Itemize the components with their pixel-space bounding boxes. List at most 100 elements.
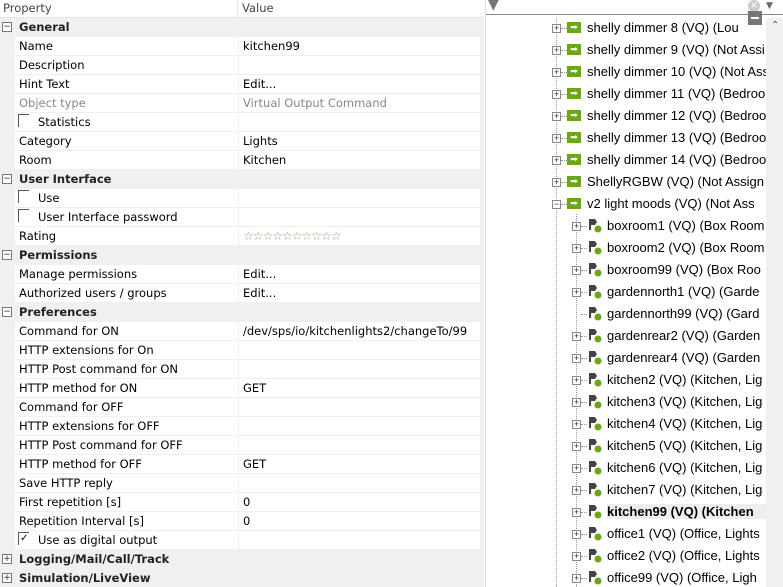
expand-icon[interactable]: + bbox=[572, 266, 581, 275]
expand-icon[interactable]: + bbox=[572, 442, 581, 451]
property-row[interactable]: ✓ Use as digital output bbox=[15, 531, 480, 550]
expand-icon[interactable]: + bbox=[572, 552, 581, 561]
category-simulation-liveview[interactable]: + Simulation/LiveView bbox=[0, 569, 484, 587]
property-column-header[interactable]: Property bbox=[3, 1, 52, 15]
expand-icon[interactable]: + bbox=[572, 486, 581, 495]
expand-icon[interactable]: + bbox=[552, 156, 561, 165]
tree-item[interactable]: + office99 (VQ) (Office, Ligh bbox=[572, 568, 766, 587]
property-row[interactable]: Statistics bbox=[15, 113, 480, 132]
expand-icon[interactable]: + bbox=[2, 573, 12, 583]
collapse-icon[interactable]: − bbox=[2, 174, 12, 184]
category-logging-mail-call-track[interactable]: + Logging/Mail/Call/Track bbox=[0, 550, 484, 569]
vertical-scrollbar[interactable]: ⌃ bbox=[766, 18, 783, 587]
property-row[interactable]: Hint Text Edit... bbox=[15, 75, 480, 94]
tree-item[interactable]: + ➡ ShellyRGBW (VQ) (Not Assign bbox=[552, 172, 766, 194]
property-value[interactable]: /dev/sps/io/kitchenlights2/changeTo/99 bbox=[238, 322, 480, 340]
tree-item[interactable]: + boxroom1 (VQ) (Box Room bbox=[572, 216, 766, 238]
collapse-icon[interactable]: − bbox=[2, 307, 12, 317]
property-row[interactable]: Repetition Interval [s] 0 bbox=[15, 512, 480, 531]
property-row[interactable]: Manage permissions Edit... bbox=[15, 265, 480, 284]
tree-item[interactable]: − ➡ v2 light moods (VQ) (Not Ass bbox=[552, 194, 766, 216]
expand-icon[interactable]: + bbox=[572, 332, 581, 341]
value-column-header[interactable]: Value bbox=[242, 1, 274, 15]
tree-item[interactable]: + kitchen5 (VQ) (Kitchen, Lig bbox=[572, 436, 766, 458]
property-value[interactable]: Kitchen bbox=[238, 151, 480, 169]
tree-item[interactable]: + office2 (VQ) (Office, Lights bbox=[572, 546, 766, 568]
expand-icon[interactable]: + bbox=[552, 24, 561, 33]
expand-icon[interactable]: + bbox=[572, 508, 581, 517]
property-row[interactable]: Rating ☆☆☆☆☆☆☆☆☆☆ bbox=[15, 227, 480, 246]
expand-icon[interactable]: + bbox=[572, 574, 581, 583]
property-row[interactable]: User Interface password bbox=[15, 208, 480, 227]
tree-item[interactable]: gardennorth99 (VQ) (Gard bbox=[572, 304, 766, 326]
tree-item[interactable]: + kitchen6 (VQ) (Kitchen, Lig bbox=[572, 458, 766, 480]
expand-icon[interactable]: + bbox=[572, 354, 581, 363]
property-value[interactable] bbox=[238, 189, 480, 207]
property-value[interactable]: kitchen99 bbox=[238, 37, 480, 55]
scroll-up-icon[interactable]: ⌃ bbox=[771, 20, 779, 31]
property-row[interactable]: Authorized users / groups Edit... bbox=[15, 284, 480, 303]
property-value[interactable]: 0 bbox=[238, 512, 480, 530]
category-preferences[interactable]: − Preferences bbox=[0, 303, 484, 322]
property-row[interactable]: Object type Virtual Output Command bbox=[15, 94, 480, 113]
collapse-icon[interactable]: − bbox=[2, 22, 12, 32]
property-value[interactable] bbox=[238, 398, 480, 416]
property-value[interactable]: GET bbox=[238, 455, 480, 473]
checkbox[interactable] bbox=[18, 209, 29, 222]
expand-icon[interactable]: + bbox=[572, 288, 581, 297]
filter-icon[interactable]: ▼ bbox=[488, 0, 499, 13]
category-user-interface[interactable]: − User Interface bbox=[0, 170, 484, 189]
expand-icon[interactable]: + bbox=[552, 178, 561, 187]
property-row[interactable]: HTTP extensions for On bbox=[15, 341, 480, 360]
property-row[interactable]: Description bbox=[15, 56, 480, 75]
tree-item[interactable]: + kitchen2 (VQ) (Kitchen, Lig bbox=[572, 370, 766, 392]
property-row[interactable]: Name kitchen99 bbox=[15, 37, 480, 56]
expand-icon[interactable]: + bbox=[572, 464, 581, 473]
expand-icon[interactable]: + bbox=[572, 398, 581, 407]
collapse-icon[interactable]: − bbox=[552, 200, 561, 209]
property-value[interactable] bbox=[238, 436, 480, 454]
column-divider[interactable] bbox=[237, 0, 238, 18]
property-value[interactable]: Lights bbox=[238, 132, 480, 150]
property-value[interactable] bbox=[238, 341, 480, 359]
expand-icon[interactable]: + bbox=[572, 530, 581, 539]
category-permissions[interactable]: − Permissions bbox=[0, 246, 484, 265]
property-value[interactable]: Edit... bbox=[238, 265, 480, 283]
expand-icon[interactable]: + bbox=[572, 420, 581, 429]
property-row[interactable]: HTTP extensions for OFF bbox=[15, 417, 480, 436]
checkbox[interactable]: ✓ bbox=[18, 532, 29, 545]
property-value[interactable]: ☆☆☆☆☆☆☆☆☆☆ bbox=[238, 227, 480, 245]
tree-item[interactable]: + ➡ shelly dimmer 14 (VQ) (Bedroo bbox=[552, 150, 766, 172]
filter-bar[interactable]: ▼ ✕ ▼ bbox=[486, 0, 783, 15]
tree-item[interactable]: + kitchen99 (VQ) (Kitchen bbox=[572, 502, 766, 524]
tree-item[interactable]: + ➡ shelly dimmer 10 (VQ) (Not Ass bbox=[552, 62, 766, 84]
tree-item[interactable]: + ➡ shelly dimmer 13 (VQ) (Bedroo bbox=[552, 128, 766, 150]
property-value[interactable]: GET bbox=[238, 379, 480, 397]
property-value[interactable]: Edit... bbox=[238, 75, 480, 93]
category-general[interactable]: − General bbox=[0, 18, 484, 37]
expand-icon[interactable]: + bbox=[552, 46, 561, 55]
property-value[interactable] bbox=[238, 474, 480, 492]
property-row[interactable]: Save HTTP reply bbox=[15, 474, 480, 493]
tree-item[interactable]: + kitchen4 (VQ) (Kitchen, Lig bbox=[572, 414, 766, 436]
tree-item[interactable]: + office1 (VQ) (Office, Lights bbox=[572, 524, 766, 546]
expand-icon[interactable]: + bbox=[552, 112, 561, 121]
property-value[interactable] bbox=[238, 113, 480, 131]
property-row[interactable]: Category Lights bbox=[15, 132, 480, 151]
expand-icon[interactable]: + bbox=[552, 68, 561, 77]
collapse-all-button[interactable] bbox=[748, 11, 762, 25]
tree-item[interactable]: + gardenrear2 (VQ) (Garden bbox=[572, 326, 766, 348]
tree-item[interactable]: + ➡ shelly dimmer 11 (VQ) (Bedroo bbox=[552, 84, 766, 106]
property-row[interactable]: First repetition [s] 0 bbox=[15, 493, 480, 512]
tree-item[interactable]: + boxroom2 (VQ) (Box Room bbox=[572, 238, 766, 260]
property-row[interactable]: HTTP method for OFF GET bbox=[15, 455, 480, 474]
tree-item[interactable]: + kitchen7 (VQ) (Kitchen, Lig bbox=[572, 480, 766, 502]
dropdown-arrow-icon[interactable]: ▼ bbox=[766, 1, 773, 11]
expand-icon[interactable]: + bbox=[572, 244, 581, 253]
property-value[interactable] bbox=[238, 531, 480, 549]
property-row[interactable]: HTTP method for ON GET bbox=[15, 379, 480, 398]
expand-icon[interactable]: + bbox=[552, 90, 561, 99]
property-row[interactable]: Command for ON/dev/sps/io/kitchenlights2… bbox=[15, 322, 480, 341]
expand-icon[interactable]: + bbox=[572, 376, 581, 385]
property-value[interactable] bbox=[238, 360, 480, 378]
